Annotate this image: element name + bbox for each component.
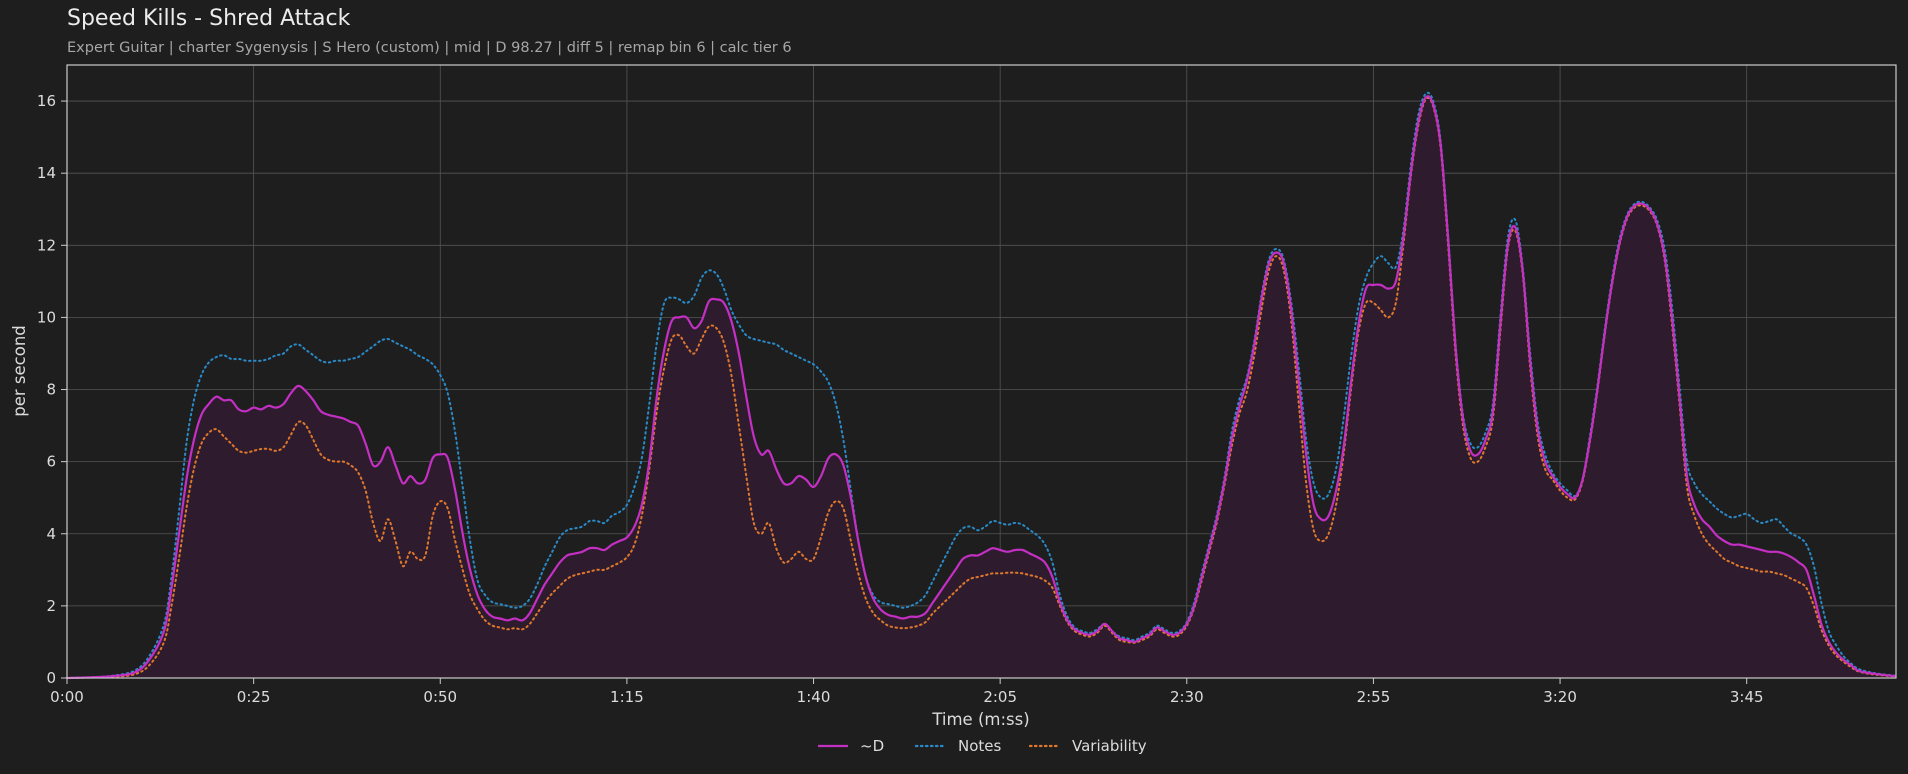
legend: ~D Notes Variability <box>818 737 1147 755</box>
y-tick-label: 10 <box>37 308 56 326</box>
legend-label: Variability <box>1072 737 1147 755</box>
x-tick-label: 0:50 <box>423 688 457 706</box>
chart-plot: 0:00 0:25 0:50 1:15 1:40 2:05 2:30 2:55 3:20 3:45… <box>10 64 1897 755</box>
legend-label: ~D <box>860 737 884 755</box>
x-axis-ticks: 0:00 0:25 0:50 1:15 1:40 2:05 2:30 2:55 3:20 3:45 <box>50 678 1764 706</box>
legend-label: Notes <box>958 737 1002 755</box>
y-tick-label: 6 <box>46 453 56 471</box>
y-tick-label: 16 <box>37 92 56 110</box>
x-tick-label: 0:00 <box>50 688 84 706</box>
x-tick-label: 3:20 <box>1543 688 1577 706</box>
x-tick-label: 2:55 <box>1357 688 1391 706</box>
y-tick-label: 4 <box>46 525 56 543</box>
x-tick-label: 2:05 <box>983 688 1017 706</box>
y-tick-label: 0 <box>46 669 56 687</box>
x-tick-label: 1:40 <box>797 688 831 706</box>
x-axis-label: Time (m:ss) <box>931 710 1029 729</box>
y-tick-label: 2 <box>46 597 56 615</box>
x-tick-label: 3:45 <box>1730 688 1764 706</box>
y-tick-label: 8 <box>46 381 56 399</box>
x-tick-label: 1:15 <box>610 688 644 706</box>
y-axis-ticks: 0 2 4 6 8 10 12 14 16 <box>37 92 67 687</box>
y-tick-label: 12 <box>37 236 56 254</box>
y-tick-label: 14 <box>37 164 56 182</box>
x-tick-label: 2:30 <box>1170 688 1204 706</box>
y-axis-label: per second <box>10 325 29 417</box>
x-tick-label: 0:25 <box>237 688 271 706</box>
